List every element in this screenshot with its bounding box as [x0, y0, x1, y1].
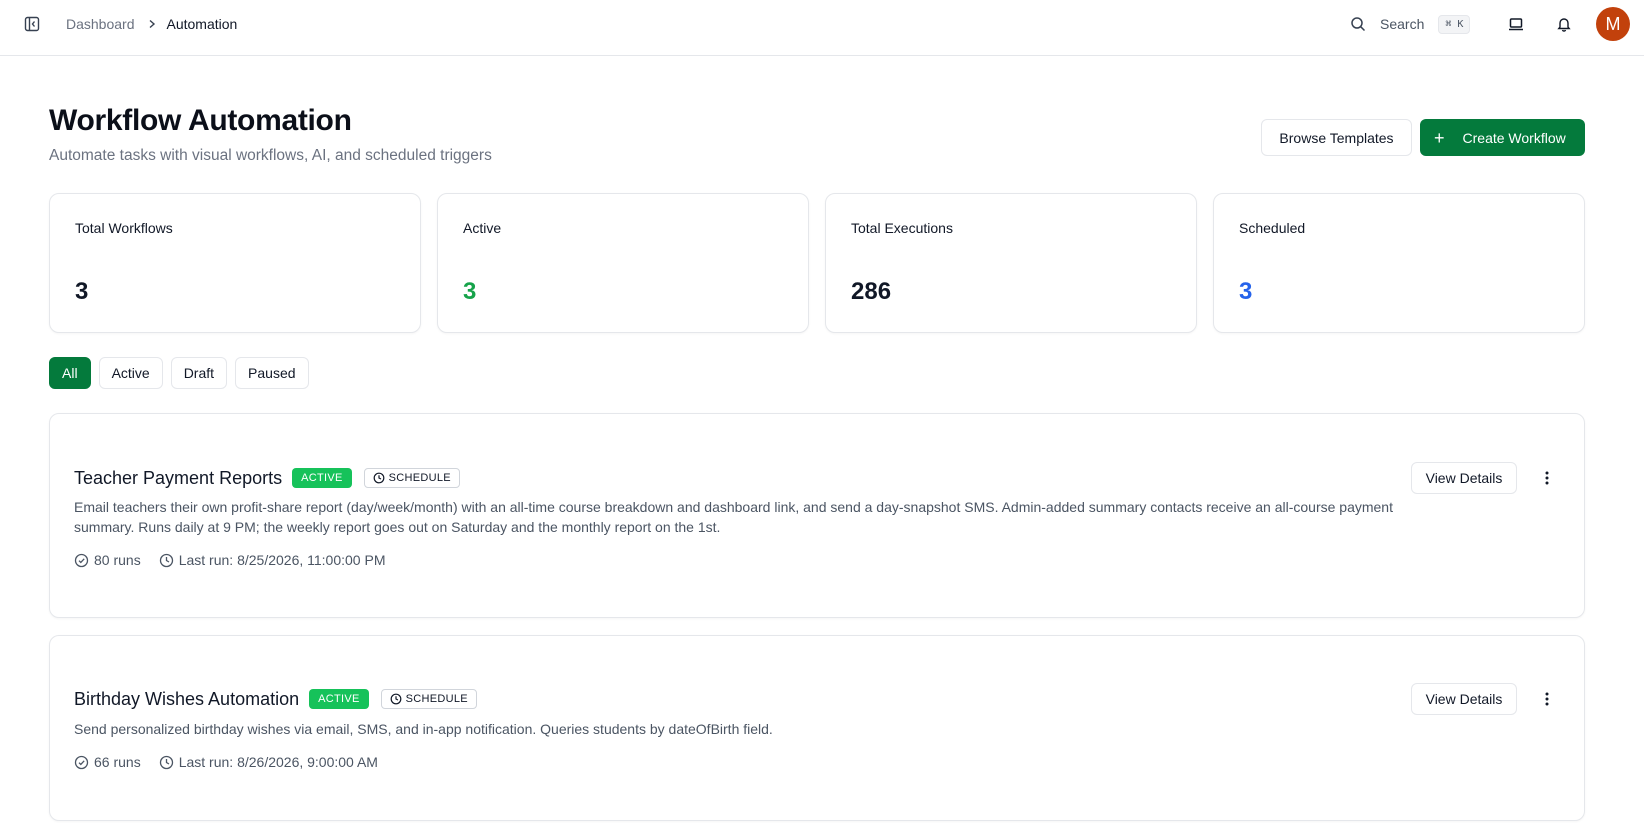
create-workflow-label: Create Workflow [1462, 129, 1566, 146]
laptop-icon[interactable] [1506, 14, 1526, 34]
plus-icon: + [1434, 127, 1445, 148]
stat-card-total-workflows: Total Workflows 3 [49, 193, 421, 333]
check-circle-icon [74, 553, 89, 568]
breadcrumb-current: Automation [166, 16, 238, 32]
clock-icon [390, 693, 402, 705]
clock-icon [159, 755, 174, 770]
more-vertical-icon[interactable] [1537, 689, 1557, 709]
trigger-type-badge: SCHEDULE [380, 689, 477, 709]
stat-value: 3 [75, 278, 89, 305]
breadcrumb-dashboard-link[interactable]: Dashboard [66, 16, 135, 32]
trigger-type-label: SCHEDULE [405, 693, 468, 705]
sidebar-toggle-icon[interactable] [22, 14, 42, 34]
last-run-label: Last run: 8/26/2026, 9:00:00 AM [178, 754, 378, 770]
user-avatar[interactable]: M [1596, 7, 1630, 41]
last-run: Last run: 8/25/2026, 11:00:00 PM [159, 552, 386, 568]
last-run: Last run: 8/26/2026, 9:00:00 AM [159, 754, 378, 770]
workflow-title[interactable]: Birthday Wishes Automation [74, 689, 299, 710]
trigger-type-badge: SCHEDULE [363, 468, 460, 488]
clock-icon [373, 472, 385, 484]
workflow-card: Teacher Payment Reports ACTIVE SCHEDULE … [49, 413, 1585, 618]
search-button[interactable]: Search ⌘ K [1350, 12, 1471, 36]
check-circle-icon [74, 755, 89, 770]
stat-label: Total Workflows [75, 220, 173, 236]
filter-active[interactable]: Active [98, 357, 163, 389]
status-badge: ACTIVE [292, 468, 352, 488]
workflow-title[interactable]: Teacher Payment Reports [74, 468, 282, 489]
run-count-label: 80 runs [94, 552, 141, 568]
browse-templates-button[interactable]: Browse Templates [1261, 119, 1412, 156]
breadcrumb: Dashboard Automation [66, 14, 237, 34]
stat-label: Scheduled [1239, 220, 1306, 236]
workflow-description: Email teachers their own profit-share re… [74, 499, 1393, 535]
filter-draft[interactable]: Draft [170, 357, 228, 389]
status-badge: ACTIVE [309, 689, 369, 709]
trigger-type-label: SCHEDULE [388, 472, 451, 484]
top-bar: Dashboard Automation Search ⌘ K M [0, 0, 1644, 56]
stat-value: 3 [1239, 278, 1253, 305]
workflow-card: Birthday Wishes Automation ACTIVE SCHEDU… [49, 635, 1585, 821]
last-run-label: Last run: 8/25/2026, 11:00:00 PM [178, 552, 386, 568]
stat-card-active: Active 3 [437, 193, 809, 333]
page-title: Workflow Automation [49, 104, 352, 137]
page-subtitle: Automate tasks with visual workflows, AI… [49, 147, 492, 164]
view-details-button[interactable]: View Details [1411, 683, 1517, 715]
workflow-meta: 80 runs Last run: 8/25/2026, 11:00:00 PM [74, 550, 403, 570]
run-count: 66 runs [74, 754, 141, 770]
stat-label: Total Executions [851, 220, 953, 236]
stat-card-scheduled: Scheduled 3 [1213, 193, 1585, 333]
filter-paused[interactable]: Paused [235, 357, 309, 389]
search-label: Search [1380, 16, 1425, 32]
more-vertical-icon[interactable] [1537, 468, 1557, 488]
view-details-button[interactable]: View Details [1411, 462, 1517, 494]
create-workflow-button[interactable]: + Create Workflow [1420, 119, 1585, 156]
filter-all[interactable]: All [49, 357, 91, 389]
search-shortcut: ⌘ K [1438, 14, 1471, 34]
search-icon [1350, 16, 1366, 32]
workflow-meta: 66 runs Last run: 8/26/2026, 9:00:00 AM [74, 752, 396, 772]
workflow-title-row: Teacher Payment Reports ACTIVE SCHEDULE [74, 466, 460, 490]
workflow-title-row: Birthday Wishes Automation ACTIVE SCHEDU… [74, 687, 477, 711]
stat-label: Active [463, 220, 502, 236]
bell-icon[interactable] [1554, 14, 1574, 34]
filter-tabs: All Active Draft Paused [49, 357, 309, 389]
stat-value: 3 [463, 278, 477, 305]
clock-icon [159, 553, 174, 568]
run-count-label: 66 runs [94, 754, 141, 770]
run-count: 80 runs [74, 552, 141, 568]
stat-card-total-executions: Total Executions 286 [825, 193, 1197, 333]
stat-value: 286 [851, 278, 892, 305]
workflow-description: Send personalized birthday wishes via em… [74, 721, 773, 737]
chevron-right-icon [147, 19, 157, 29]
